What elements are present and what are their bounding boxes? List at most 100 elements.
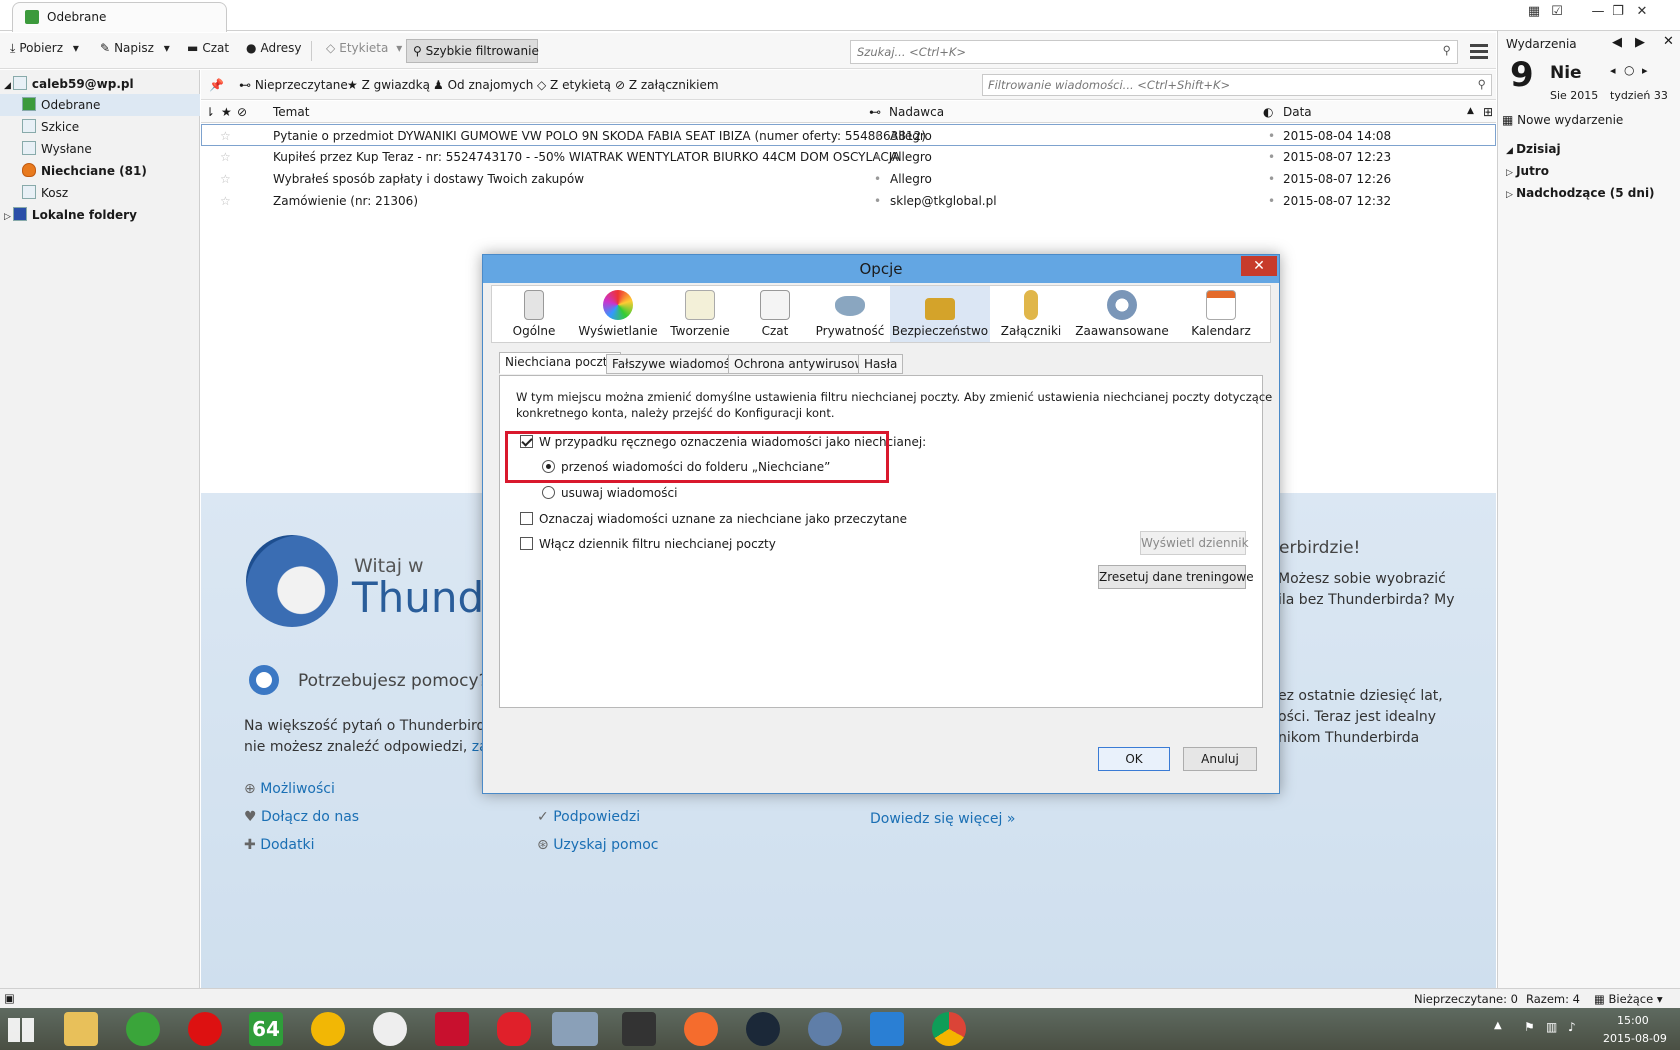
star-toggle-icon[interactable]: ☆ xyxy=(220,129,231,143)
close-pane-icon[interactable]: ✕ xyxy=(1663,34,1674,49)
aida64-icon[interactable]: 64 xyxy=(249,1012,283,1046)
subtab-antivirus[interactable]: Ochrona antywirusowa xyxy=(728,354,878,374)
tasks-tab-icon[interactable]: ☑ xyxy=(1545,4,1569,24)
panel-chat[interactable]: Czat xyxy=(740,286,810,342)
clock-date[interactable]: 2015-08-09 xyxy=(1603,1032,1667,1045)
column-picker-icon[interactable]: ⊞ xyxy=(1483,105,1493,119)
pegi-icon[interactable] xyxy=(373,1012,407,1046)
filter-contacts[interactable]: ♟ Od znajomych xyxy=(433,78,533,92)
next-arrow-icon[interactable]: ▶ xyxy=(1635,35,1645,50)
search-icon[interactable]: ⚲ xyxy=(1443,43,1451,57)
get-mail-dropdown-icon[interactable]: ▾ xyxy=(73,41,79,55)
new-event-button[interactable]: ▦ Nowe wydarzenie xyxy=(1502,113,1623,127)
column-date[interactable]: Data xyxy=(1283,105,1312,119)
panel-calendar[interactable]: Kalendarz xyxy=(1172,286,1270,342)
day-next-icon[interactable]: ▸ xyxy=(1642,64,1648,77)
junk-status-dot[interactable]: • xyxy=(1268,129,1275,143)
write-button[interactable]: ✎ Napisz ▾ xyxy=(100,41,170,61)
get-mail-button[interactable]: ⤓ Pobierz ▾ xyxy=(10,41,79,61)
section-tomorrow[interactable]: ▷ Jutro xyxy=(1506,164,1549,178)
panel-security[interactable]: Bezpieczeństwo xyxy=(890,286,990,342)
checkbox-unchecked[interactable] xyxy=(520,512,533,525)
delete-messages-radio[interactable]: usuwaj wiadomości xyxy=(542,486,677,500)
link-addons[interactable]: ✚ Dodatki xyxy=(244,837,315,853)
message-row[interactable]: ☆ Zamówienie (nr: 21306) • sklep@tkgloba… xyxy=(201,190,1496,212)
write-dropdown-icon[interactable]: ▾ xyxy=(164,41,170,55)
star-toggle-icon[interactable]: ☆ xyxy=(220,172,231,186)
link-tips[interactable]: ✓ Podpowiedzi xyxy=(537,809,640,825)
star-toggle-icon[interactable]: ☆ xyxy=(220,150,231,164)
folder-local[interactable]: ▷ Lokalne foldery xyxy=(0,204,200,226)
tag-dropdown-icon[interactable]: ▾ xyxy=(396,41,402,55)
close-window-button[interactable]: ✕ xyxy=(1630,4,1654,24)
filter-unread[interactable]: ⊷ Nieprzeczytane xyxy=(239,78,348,92)
subtab-junk[interactable]: Niechciana poczta xyxy=(499,352,621,374)
flash-icon[interactable] xyxy=(435,1012,469,1046)
folder-junk[interactable]: Niechciane (81) xyxy=(0,160,200,182)
address-book-button[interactable]: ● Adresy xyxy=(246,41,302,61)
quick-filter-button[interactable]: ⚲ Szybkie filtrowanie xyxy=(406,39,539,63)
collapsed-arrow-icon[interactable]: ▷ xyxy=(4,212,11,222)
show-log-button[interactable]: Wyświetl dziennik xyxy=(1140,531,1249,555)
filter-tags[interactable]: ◇ Z etykietą xyxy=(537,78,611,92)
triangle-app-icon[interactable] xyxy=(311,1012,345,1046)
offline-status-icon[interactable]: ▣ xyxy=(4,991,15,1005)
utorrent-icon[interactable] xyxy=(126,1012,160,1046)
ok-button[interactable]: OK xyxy=(1098,747,1170,771)
tray-flag-icon[interactable]: ⚑ xyxy=(1524,1020,1535,1034)
origin-icon[interactable] xyxy=(684,1012,718,1046)
splash-app-icon[interactable] xyxy=(497,1012,531,1046)
status-current[interactable]: ▦ Bieżące ▾ xyxy=(1594,992,1663,1006)
tag-button[interactable]: ◇ Etykieta ▾ xyxy=(326,41,402,61)
tray-network-icon[interactable]: ▥ xyxy=(1546,1020,1557,1034)
column-sender[interactable]: Nadawca xyxy=(889,105,944,119)
tab-inbox[interactable]: Odebrane xyxy=(12,2,227,32)
read-status-dot[interactable]: • xyxy=(874,129,881,143)
thunderbird-taskbar-icon[interactable] xyxy=(552,1012,598,1046)
maximize-button[interactable]: ❐ xyxy=(1606,4,1630,24)
folder-account[interactable]: ◢ caleb59@wp.pl xyxy=(0,73,200,95)
radio-unselected[interactable] xyxy=(542,486,555,499)
panel-privacy[interactable]: Prywatność xyxy=(810,286,890,342)
chat-button[interactable]: ▬ Czat xyxy=(187,41,229,61)
thread-column-icon[interactable]: ⇂ xyxy=(205,105,215,119)
junk-status-dot[interactable]: • xyxy=(1268,150,1275,164)
filter-starred[interactable]: ★ Z gwiazdką xyxy=(347,78,430,92)
prev-arrow-icon[interactable]: ◀ xyxy=(1612,35,1622,50)
message-row[interactable]: ☆ Kupiłeś przez Kup Teraz - nr: 55247431… xyxy=(201,146,1496,168)
windows-start-icon[interactable] xyxy=(8,1018,34,1042)
folder-inbox[interactable]: Odebrane xyxy=(0,94,200,116)
search-input[interactable]: Szukaj... <Ctrl+K> ⚲ xyxy=(850,40,1458,64)
filter-messages-input[interactable]: Filtrowanie wiadomości... <Ctrl+Shift+K>… xyxy=(982,74,1492,96)
cancel-button[interactable]: Anuluj xyxy=(1183,747,1257,771)
uplay-icon[interactable] xyxy=(870,1012,904,1046)
calendar-tab-icon[interactable]: ▦ xyxy=(1522,4,1546,24)
message-row[interactable]: ☆ Pytanie o przedmiot DYWANIKI GUMOWE VW… xyxy=(201,124,1496,146)
junk-column-icon[interactable]: ◐ xyxy=(1263,105,1273,119)
read-status-dot[interactable]: • xyxy=(874,194,881,208)
chrome-icon[interactable] xyxy=(932,1012,966,1046)
read-status-dot[interactable]: • xyxy=(874,150,881,164)
link-features[interactable]: ⊕ Możliwości xyxy=(244,781,335,797)
column-subject[interactable]: Temat xyxy=(273,105,309,119)
attachment-column-icon[interactable]: ⊘ xyxy=(237,105,247,119)
enable-log-checkbox[interactable]: Włącz dziennik filtru niechcianej poczty xyxy=(520,537,776,551)
subtab-scam[interactable]: Fałszywe wiadomości xyxy=(606,354,746,374)
link-learn-more[interactable]: Dowiedz się więcej » xyxy=(870,811,1015,827)
media-player-icon[interactable] xyxy=(622,1012,656,1046)
tray-chevron-icon[interactable]: ▲ xyxy=(1494,1020,1502,1031)
folder-sent[interactable]: Wysłane xyxy=(0,138,200,160)
link-join[interactable]: ♥ Dołącz do nas xyxy=(244,809,359,825)
mark-as-read-checkbox[interactable]: Oznaczaj wiadomości uznane za niechciane… xyxy=(520,512,907,526)
sticky-pin-icon[interactable]: 📌 xyxy=(209,78,224,92)
read-status-dot[interactable]: • xyxy=(874,172,881,186)
panel-attachments[interactable]: Załączniki xyxy=(990,286,1072,342)
message-row[interactable]: ☆ Wybrałeś sposób zapłaty i dostawy Twoi… xyxy=(201,168,1496,190)
section-upcoming[interactable]: ▷ Nadchodzące (5 dni) xyxy=(1506,186,1655,200)
record-icon[interactable] xyxy=(188,1012,222,1046)
app-menu-button[interactable] xyxy=(1468,41,1490,61)
link-get-help[interactable]: ⊛ Uzyskaj pomoc xyxy=(537,837,659,853)
clock-time[interactable]: 15:00 xyxy=(1617,1014,1649,1027)
panel-display[interactable]: Wyświetlanie xyxy=(576,286,660,342)
folder-drafts[interactable]: Szkice xyxy=(0,116,200,138)
